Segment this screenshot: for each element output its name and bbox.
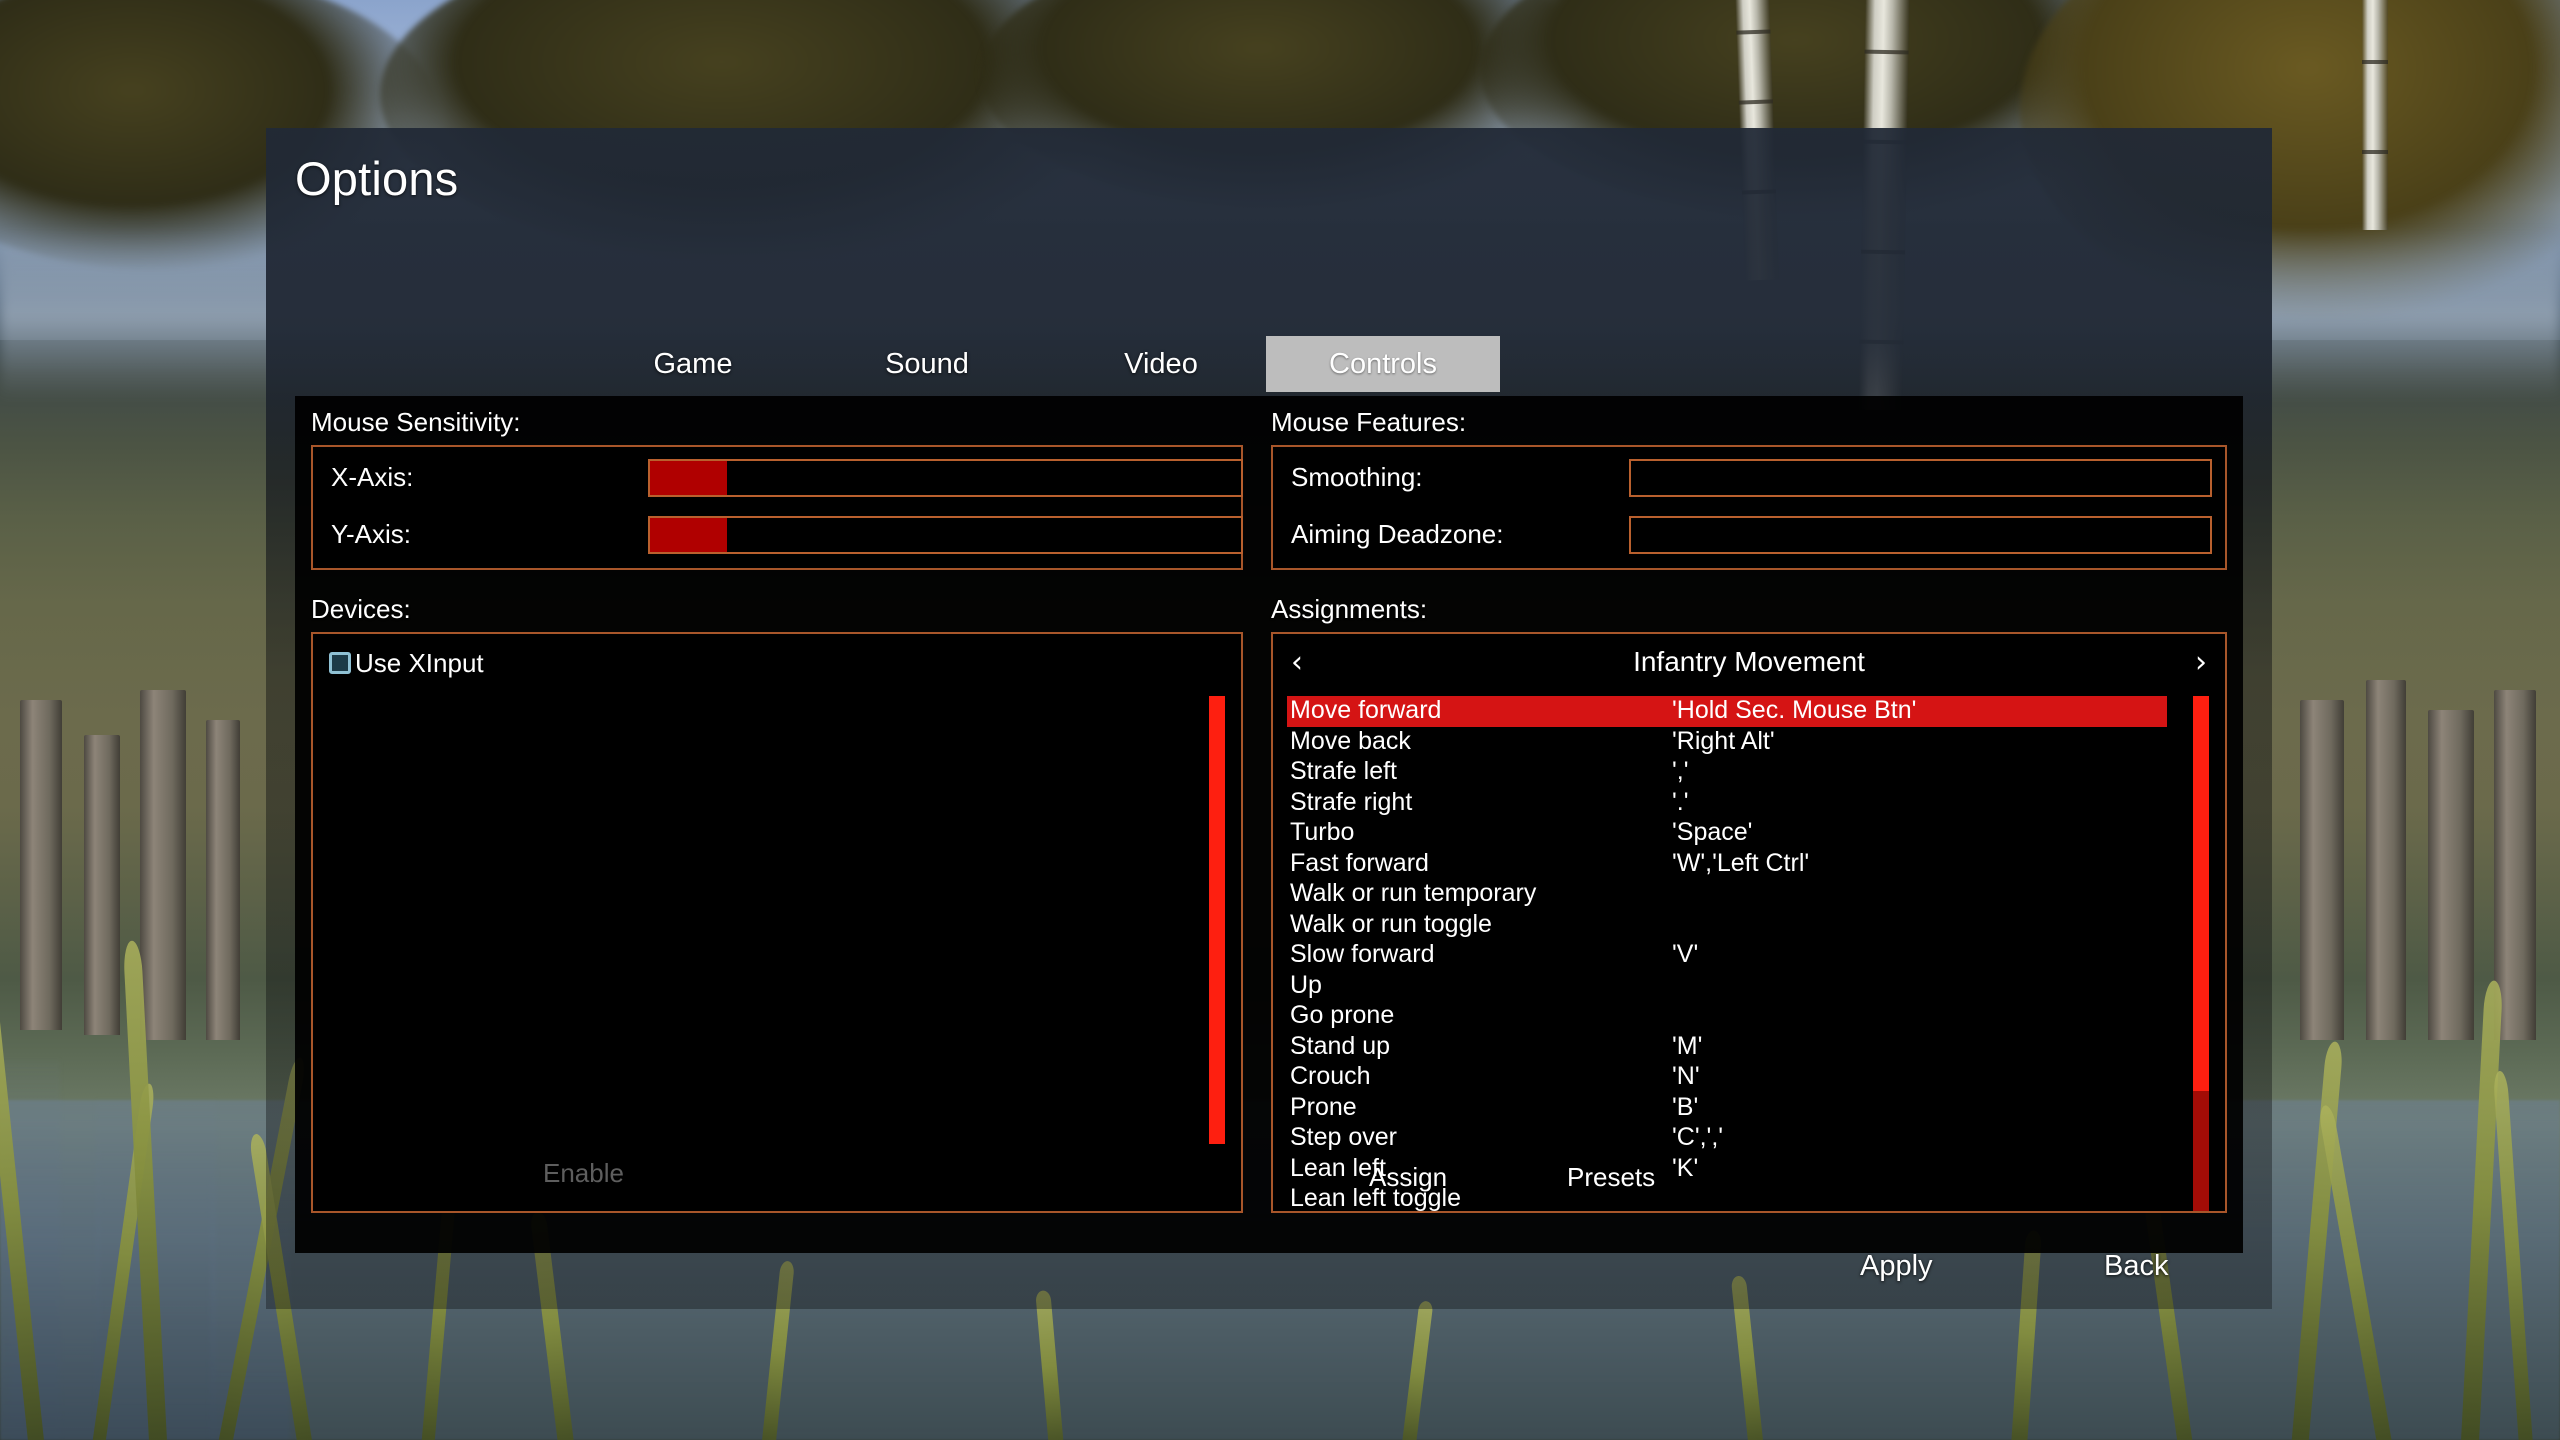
assignment-action: Strafe left bbox=[1290, 757, 1397, 785]
assignment-row[interactable]: Prone 'B' bbox=[1287, 1093, 2167, 1124]
fence-post bbox=[2300, 700, 2344, 1040]
assignments-scrollbar[interactable] bbox=[2193, 696, 2209, 1211]
devices-group: Use XInput Enable bbox=[311, 632, 1243, 1213]
assignment-action: Prone bbox=[1290, 1092, 1357, 1121]
controls-panel: Mouse Sensitivity: X-Axis: Y-Axis: Mouse… bbox=[295, 396, 2243, 1253]
assignment-row[interactable]: Crouch 'N' bbox=[1287, 1062, 2167, 1093]
assignment-row[interactable]: Up bbox=[1287, 971, 2167, 1002]
use-xinput-checkbox[interactable] bbox=[329, 652, 351, 674]
use-xinput-row[interactable]: Use XInput bbox=[329, 650, 484, 676]
assignment-binding: 'M' bbox=[1672, 1031, 1703, 1060]
assignment-row[interactable]: Walk or run toggle bbox=[1287, 910, 2167, 941]
tab-controls[interactable]: Controls bbox=[1266, 336, 1500, 392]
assignments-group: ‹ Infantry Movement › Move forward 'Hold … bbox=[1271, 632, 2227, 1213]
y-axis-slider-fill bbox=[650, 518, 727, 552]
assignment-binding: 'V' bbox=[1672, 940, 1699, 968]
assignments-list[interactable]: Move forward 'Hold Sec. Mouse Btn' Move ba… bbox=[1287, 696, 2167, 1211]
assignment-action: Walk or run temporary bbox=[1290, 879, 1537, 907]
assignment-row[interactable]: Step over 'C',',' bbox=[1287, 1123, 2167, 1154]
y-axis-label: Y-Axis: bbox=[331, 519, 411, 549]
assignment-action: Move back bbox=[1290, 726, 1411, 755]
x-axis-slider-fill bbox=[650, 461, 727, 495]
presets-button[interactable]: Presets bbox=[1567, 1162, 1655, 1193]
x-axis-label: X-Axis: bbox=[331, 462, 414, 492]
assignment-binding: 'C',',' bbox=[1672, 1123, 1724, 1151]
tab-game[interactable]: Game bbox=[576, 336, 810, 392]
tab-sound[interactable]: Sound bbox=[810, 336, 1044, 392]
assignment-row[interactable]: Fast forward 'W','Left Ctrl' bbox=[1287, 849, 2167, 880]
assignments-header: ‹ Infantry Movement › bbox=[1273, 634, 2225, 690]
mouse-sensitivity-label: Mouse Sensitivity: bbox=[311, 407, 521, 437]
assignment-row[interactable]: Move forward 'Hold Sec. Mouse Btn' bbox=[1287, 696, 2167, 727]
assignment-action: Walk or run toggle bbox=[1290, 909, 1492, 938]
assignment-row[interactable]: Stand up 'M' bbox=[1287, 1032, 2167, 1063]
assignment-binding: '.' bbox=[1672, 787, 1689, 816]
assignment-row[interactable]: Turbo 'Space' bbox=[1287, 818, 2167, 849]
page-title: Options bbox=[295, 152, 459, 205]
apply-button[interactable]: Apply bbox=[1860, 1250, 1933, 1283]
tab-video[interactable]: Video bbox=[1044, 336, 1278, 392]
use-xinput-label: Use XInput bbox=[355, 648, 484, 678]
assignment-action: Stand up bbox=[1290, 1031, 1391, 1060]
fence-post bbox=[206, 720, 240, 1040]
prev-category-icon[interactable]: ‹ bbox=[1273, 634, 1321, 690]
assignment-row[interactable]: Move back 'Right Alt' bbox=[1287, 727, 2167, 758]
assignment-binding: 'K' bbox=[1672, 1153, 1699, 1182]
assignments-category: Infantry Movement bbox=[1633, 646, 1865, 677]
options-dialog: Options Game Sound Video Controls Mouse … bbox=[266, 128, 2272, 1309]
assignment-action: Strafe right bbox=[1290, 787, 1413, 816]
fence-post bbox=[84, 735, 120, 1035]
mouse-sensitivity-group: X-Axis: Y-Axis: bbox=[311, 445, 1243, 570]
assignment-binding: 'N' bbox=[1672, 1062, 1700, 1090]
smoothing-label: Smoothing: bbox=[1291, 462, 1423, 492]
mouse-features-group: Smoothing: Aiming Deadzone: bbox=[1271, 445, 2227, 570]
assignment-action: Fast forward bbox=[1290, 848, 1429, 877]
assignment-binding: 'Hold Sec. Mouse Btn' bbox=[1672, 696, 1917, 724]
back-button[interactable]: Back bbox=[2104, 1250, 2168, 1283]
tab-bar: Game Sound Video Controls bbox=[266, 336, 2272, 392]
assignment-row[interactable]: Strafe right '.' bbox=[1287, 788, 2167, 819]
devices-label: Devices: bbox=[311, 594, 411, 624]
y-axis-slider[interactable] bbox=[648, 516, 1243, 554]
fence-post bbox=[2494, 690, 2536, 1040]
assignment-action: Turbo bbox=[1290, 818, 1355, 846]
assign-button[interactable]: Assign bbox=[1369, 1162, 1447, 1193]
next-category-icon[interactable]: › bbox=[2177, 634, 2225, 690]
assignment-row[interactable]: Go prone bbox=[1287, 1001, 2167, 1032]
assignment-action: Slow forward bbox=[1290, 940, 1435, 968]
devices-scrollbar[interactable] bbox=[1209, 696, 1225, 1144]
assignment-binding: 'Space' bbox=[1672, 818, 1753, 846]
assignment-action: Go prone bbox=[1290, 1001, 1395, 1029]
fence-post bbox=[140, 690, 186, 1040]
assignment-binding: 'Right Alt' bbox=[1672, 726, 1775, 755]
fence-post bbox=[2366, 680, 2406, 1040]
aiming-deadzone-slider[interactable] bbox=[1629, 516, 2212, 554]
assignments-label: Assignments: bbox=[1271, 594, 1428, 624]
fence-post bbox=[2428, 710, 2474, 1040]
devices-scrollbar-thumb[interactable] bbox=[1209, 696, 1225, 1144]
assignment-action: Step over bbox=[1290, 1123, 1398, 1151]
enable-button[interactable]: Enable bbox=[543, 1158, 624, 1189]
x-axis-slider[interactable] bbox=[648, 459, 1243, 497]
mouse-features-label: Mouse Features: bbox=[1271, 407, 1467, 437]
assignment-binding: 'B' bbox=[1672, 1092, 1699, 1121]
assignment-action: Move forward bbox=[1290, 696, 1442, 724]
assignments-scrollbar-track[interactable] bbox=[2193, 1091, 2209, 1211]
assignment-row[interactable]: Walk or run temporary bbox=[1287, 879, 2167, 910]
assignment-action: Up bbox=[1290, 970, 1322, 999]
assignment-row[interactable]: Slow forward 'V' bbox=[1287, 940, 2167, 971]
assignment-row[interactable]: Strafe left ',' bbox=[1287, 757, 2167, 788]
fence-post bbox=[20, 700, 62, 1030]
aiming-deadzone-label: Aiming Deadzone: bbox=[1291, 519, 1504, 549]
assignments-scrollbar-thumb[interactable] bbox=[2193, 696, 2209, 1092]
assignment-action: Crouch bbox=[1290, 1062, 1371, 1090]
smoothing-slider[interactable] bbox=[1629, 459, 2212, 497]
assignment-binding: ',' bbox=[1672, 757, 1689, 785]
tree-trunk bbox=[2362, 0, 2388, 230]
assignment-binding: 'W','Left Ctrl' bbox=[1672, 848, 1810, 877]
